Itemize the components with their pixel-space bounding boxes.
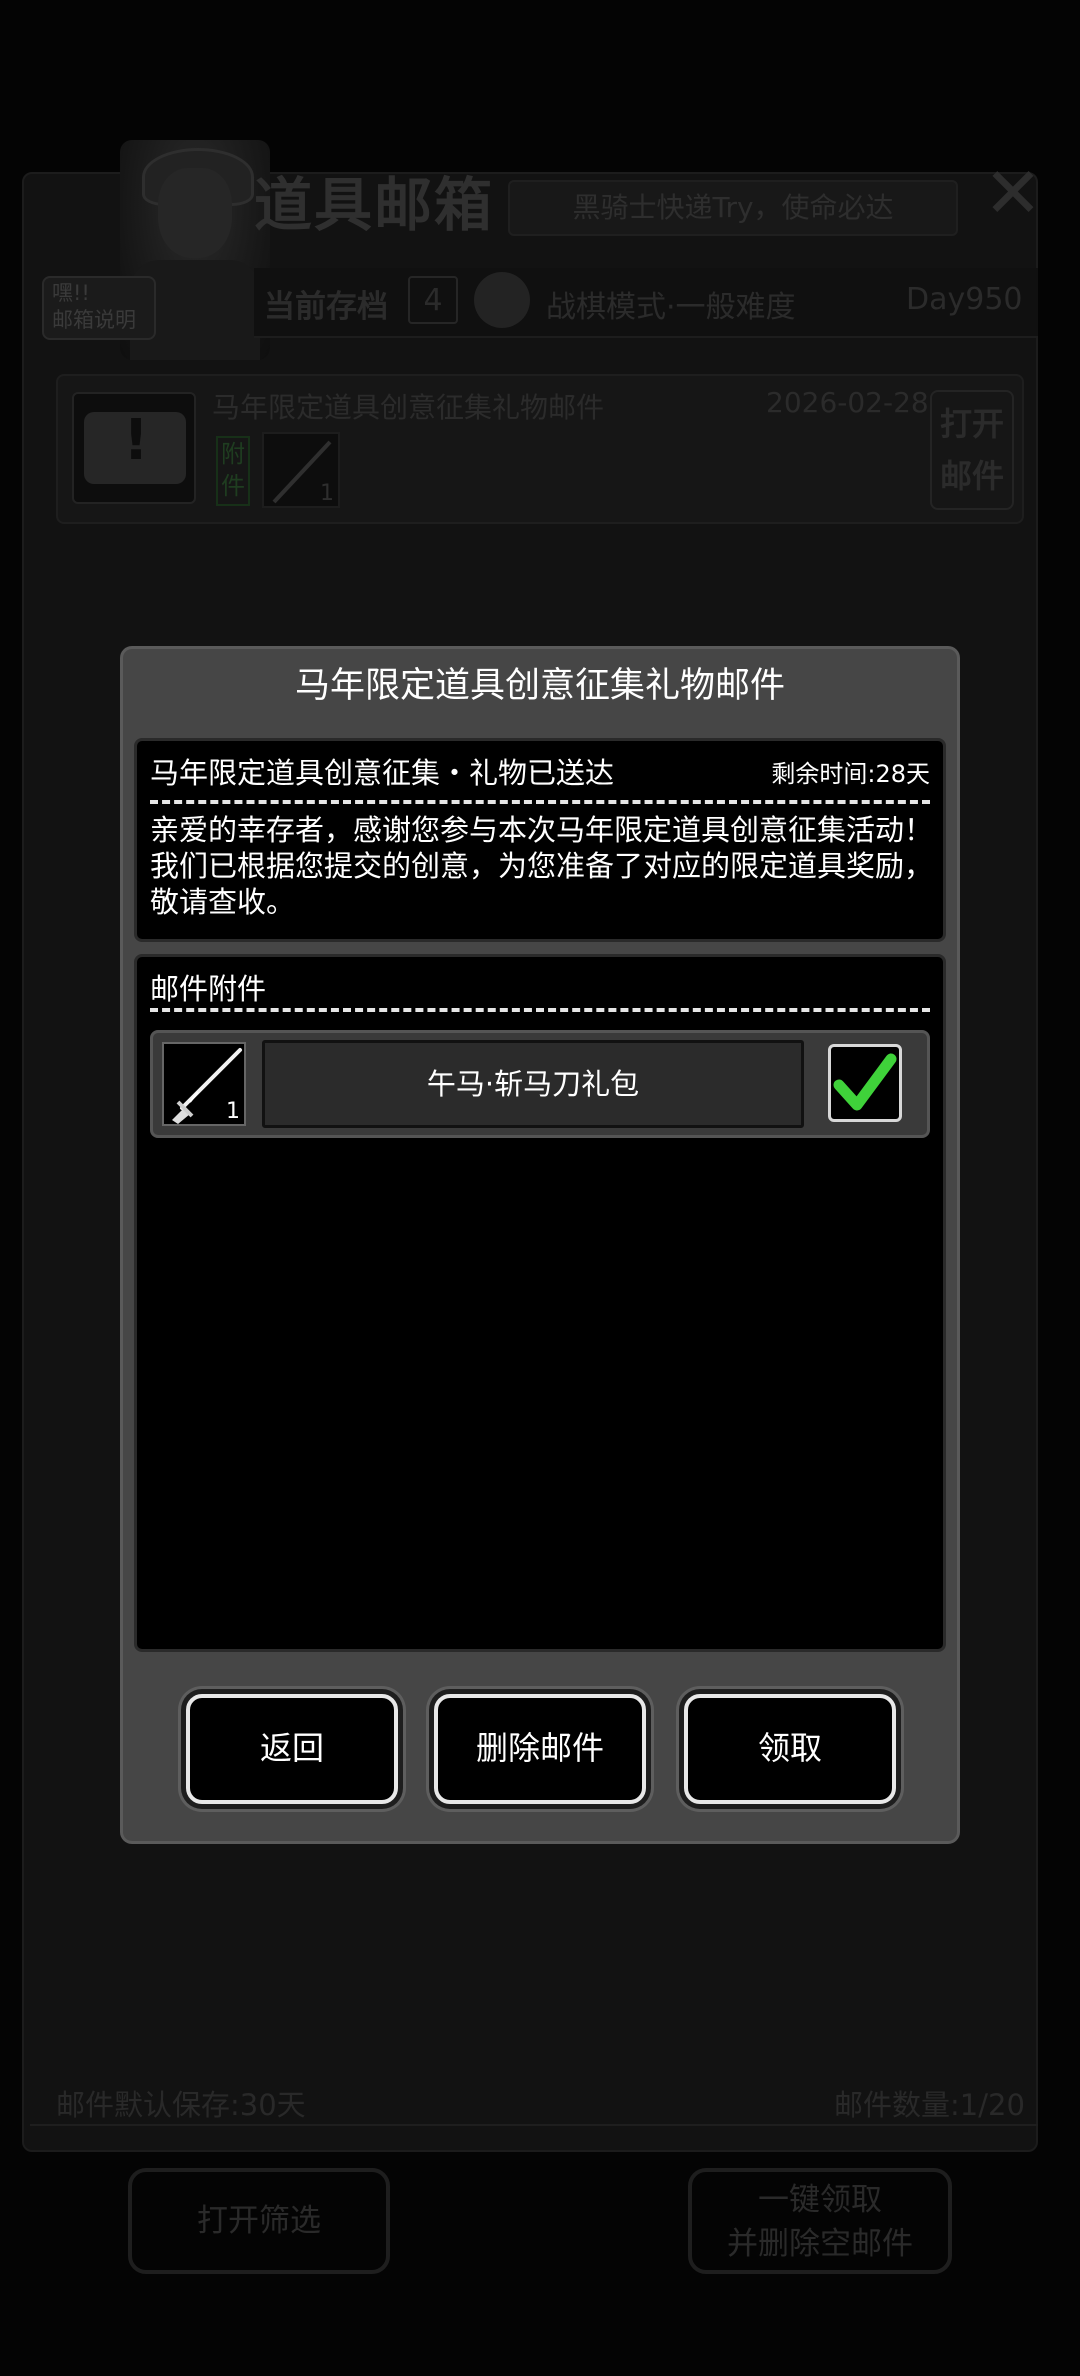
attachment-tag: 附 件 [216, 436, 250, 506]
hey-bubble-line1: 嘿!! [52, 281, 90, 305]
mail-subject: 马年限定道具创意征集礼物邮件 [212, 391, 605, 424]
time-remaining: 剩余时间:28天 [771, 760, 930, 788]
claim-all-line1: 一键领取 [758, 2182, 882, 2218]
mailbox-slogan: 黑骑士快递Try，使命必达 [508, 180, 958, 236]
mail-item-thumbnail: 1 [262, 432, 340, 508]
current-save-number: 4 [408, 276, 458, 324]
claim-button[interactable]: 领取 [684, 1694, 896, 1804]
message-divider [150, 800, 930, 804]
attachment-thumbnail: 1 [162, 1042, 246, 1126]
attachments-heading: 邮件附件 [150, 972, 267, 1006]
claim-all-button[interactable]: 一键领取 并删除空邮件 [688, 2168, 952, 2274]
game-mode-label: 战棋模式·一般难度 [546, 290, 796, 325]
attachment-tag-char2: 件 [221, 472, 245, 500]
open-mail-button[interactable]: 打开 邮件 [930, 390, 1014, 510]
mailbox-title: 道具邮箱 [254, 171, 495, 239]
close-icon[interactable]: ✕ [980, 158, 1046, 228]
mailbox-help-bubble[interactable]: 嘿!! 邮箱说明 [42, 276, 156, 340]
message-heading: 马年限定道具创意征集・礼物已送达 [150, 756, 615, 790]
save-avatar [474, 272, 530, 328]
message-body: 亲爱的幸存者，感谢您参与本次马年限定道具创意征集活动！我们已根据您提交的创意，为… [150, 813, 934, 919]
attachments-divider [150, 1008, 930, 1012]
back-button[interactable]: 返回 [186, 1694, 398, 1804]
attachment-tag-char1: 附 [221, 440, 245, 468]
day-counter: Day950 [906, 282, 1023, 317]
claim-all-line2: 并删除空邮件 [727, 2226, 913, 2262]
dialog-title: 马年限定道具创意征集礼物邮件 [294, 666, 785, 706]
open-mail-label-line2: 邮件 [939, 457, 1004, 495]
open-mail-label-line1: 打开 [939, 405, 1004, 443]
mail-alert-icon: ! [72, 392, 196, 504]
attachment-checkbox[interactable] [828, 1044, 902, 1122]
attachment-count: 1 [226, 1099, 240, 1124]
current-save-label: 当前存档 [264, 289, 388, 325]
open-filter-button[interactable]: 打开筛选 [128, 2168, 390, 2274]
mail-item-count: 1 [320, 481, 334, 506]
hey-bubble-line2: 邮箱说明 [52, 308, 136, 332]
checkmark-icon [833, 1053, 897, 1111]
mail-count-text: 邮件数量:1/20 [834, 2088, 1025, 2122]
delete-mail-button[interactable]: 删除邮件 [434, 1694, 646, 1804]
mail-retention-text: 邮件默认保存:30天 [56, 2088, 306, 2122]
mail-date: 2026-02-28 [766, 386, 929, 419]
attachment-name: 午马·斩马刀礼包 [262, 1040, 804, 1128]
